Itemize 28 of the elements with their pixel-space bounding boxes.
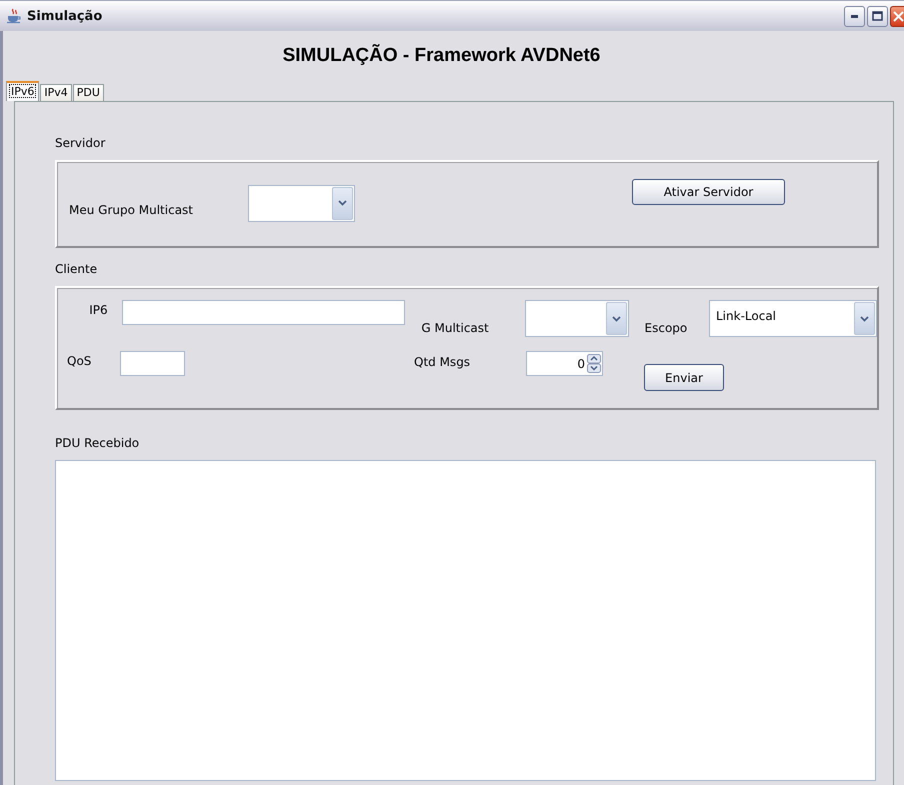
field-label: QoS (67, 354, 92, 368)
field-label: Escopo (644, 321, 688, 335)
number-spinner[interactable]: 0 (526, 351, 603, 376)
tab[interactable]: PDU (72, 84, 104, 101)
input-field[interactable] (122, 300, 406, 325)
dropdown[interactable]: Link-Local (709, 300, 877, 337)
window-title: Simulação (27, 8, 104, 24)
form-heading: SIMULAÇÃO - Framework AVDNet6 (282, 45, 600, 67)
activate-server-button[interactable]: Ativar Servidor (632, 178, 785, 204)
section-label: Cliente (55, 262, 98, 276)
field-label: Meu Grupo Multicast (69, 203, 194, 217)
minimize-button[interactable] (844, 6, 865, 26)
close-icon (892, 10, 904, 22)
send-button[interactable]: Enviar (644, 364, 724, 391)
field-label: G Multicast (421, 321, 490, 335)
section-label: PDU Recebido (55, 436, 140, 450)
spinner-arrows-icon[interactable] (587, 354, 601, 373)
minimize-icon (851, 14, 858, 18)
tab[interactable]: IPv4 (40, 84, 72, 101)
maximize-button[interactable] (867, 6, 888, 26)
input-field[interactable] (120, 351, 185, 376)
tab[interactable]: IPv6 (6, 81, 40, 101)
maximize-icon (872, 11, 883, 21)
close-button[interactable] (890, 6, 904, 26)
field-label: Qtd Msgs (414, 355, 472, 369)
field-label: IP6 (88, 303, 109, 317)
coffee-cup-icon (6, 8, 22, 24)
section-label: Servidor (55, 136, 106, 150)
